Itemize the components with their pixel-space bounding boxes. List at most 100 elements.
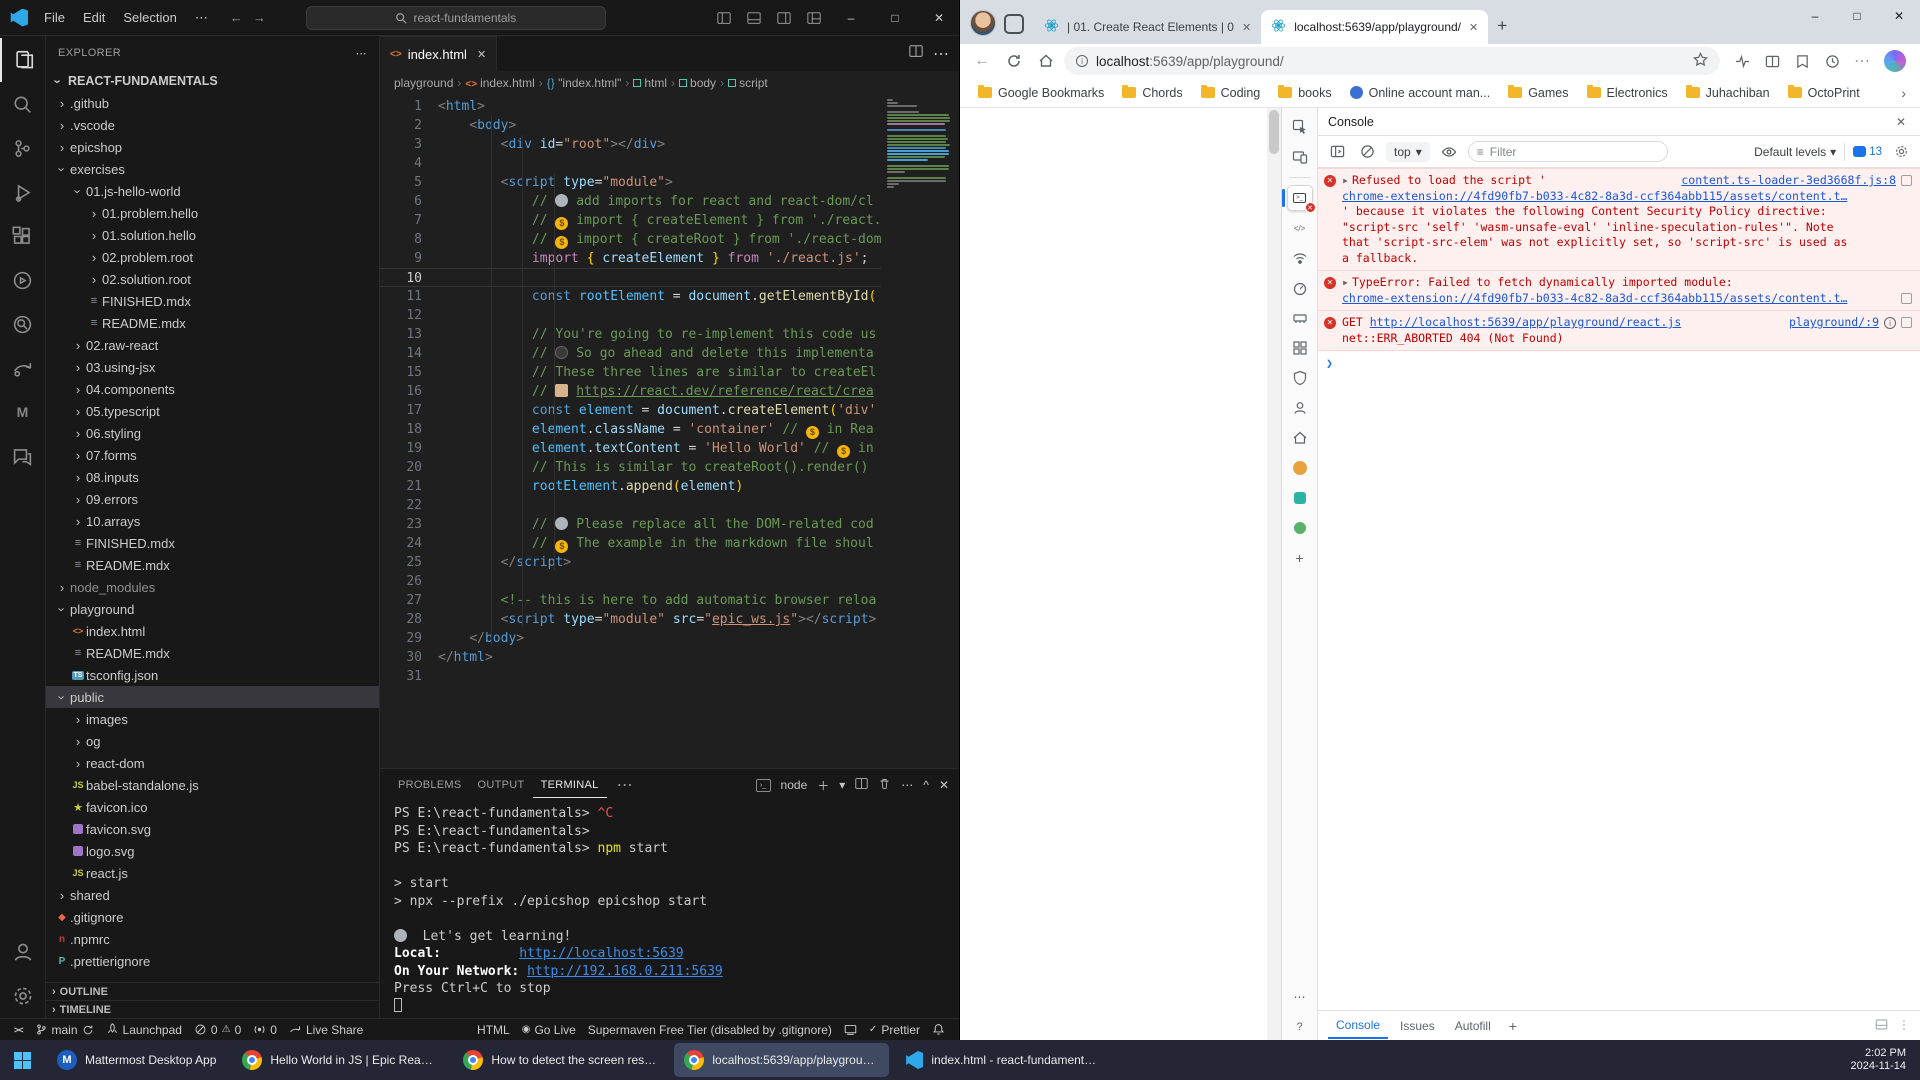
chat-icon[interactable] — [0, 434, 46, 478]
explorer-more-icon[interactable]: ⋯ — [356, 47, 367, 60]
taskbar-item-chrome[interactable]: Hello World in JS | Epic React by K... — [232, 1043, 447, 1077]
bookmarks-overflow-icon[interactable]: › — [1897, 85, 1910, 101]
browser-essentials-icon[interactable] — [1728, 47, 1756, 75]
status-language-mode[interactable]: HTML — [471, 1019, 516, 1041]
editor-more-icon[interactable]: ⋯ — [933, 44, 949, 64]
tree-file-react.js[interactable]: JSreact.js — [46, 862, 379, 884]
tree-folder-node_modules[interactable]: ›node_modules — [46, 576, 379, 598]
live-expression-eye-icon[interactable] — [1438, 141, 1460, 163]
devtools-console-icon[interactable]: >_✕ — [1287, 185, 1313, 211]
clear-console-icon[interactable] — [1356, 141, 1378, 163]
panel-tab-problems[interactable]: PROBLEMS — [390, 773, 470, 798]
customize-layout-icon[interactable] — [801, 6, 827, 30]
close-panel-icon[interactable]: ✕ — [939, 778, 949, 792]
refresh-icon[interactable] — [1000, 47, 1028, 75]
code-editor[interactable]: 1<html>2 <body>3 <div id="root"></div>45… — [380, 95, 959, 768]
toggle-bottom-panel-icon[interactable] — [741, 6, 767, 30]
menu-edit[interactable]: Edit — [75, 6, 113, 30]
copy-icon[interactable] — [1901, 175, 1912, 186]
breadcrumb-item[interactable]: body — [679, 76, 716, 90]
bookmark-octoprint[interactable]: OctoPrint — [1780, 83, 1868, 103]
tree-folder-playground[interactable]: ›playground — [46, 598, 379, 620]
taskbar-item-chrome[interactable]: How to detect the screen resoluti... — [453, 1043, 668, 1077]
devtools-more-tools-icon[interactable]: ⋯ — [1287, 984, 1313, 1010]
live-share-icon[interactable] — [0, 346, 46, 390]
breadcrumb-item[interactable]: script — [728, 76, 768, 90]
breadcrumb-item[interactable]: playground — [394, 76, 453, 90]
console-prompt[interactable]: ❯ — [1318, 351, 1920, 377]
page-viewport[interactable] — [960, 108, 1282, 1040]
section-timeline[interactable]: ›TIMELINE — [46, 1000, 379, 1018]
tree-folder-06.styling[interactable]: ›06.styling — [46, 422, 379, 444]
breadcrumb-item[interactable]: <>index.html — [465, 76, 534, 90]
tree-file-favicon.svg[interactable]: favicon.svg — [46, 818, 379, 840]
tree-folder-og[interactable]: ›og — [46, 730, 379, 752]
console-settings-icon[interactable] — [1890, 141, 1912, 163]
devtools-sources-icon[interactable]: </> — [1287, 215, 1313, 241]
search-icon[interactable] — [0, 82, 46, 126]
breadcrumb-item[interactable]: {} "index.html" — [547, 76, 622, 90]
home-icon[interactable] — [1032, 47, 1060, 75]
console-messages[interactable]: ✕▸Refused to load the script 'content.ts… — [1318, 168, 1920, 1010]
maximize-panel-icon[interactable]: ^ — [923, 778, 929, 792]
menu-selection[interactable]: Selection — [115, 6, 184, 30]
status-launchpad[interactable]: Launchpad — [100, 1019, 188, 1041]
workspaces-icon[interactable] — [1004, 14, 1024, 34]
minimize-button[interactable]: – — [831, 0, 871, 35]
tree-folder-05.typescript[interactable]: ›05.typescript — [46, 400, 379, 422]
browser-tab-1[interactable]: | 01. Create React Elements | 0✕ — [1034, 10, 1261, 44]
maximize-button[interactable]: □ — [875, 0, 915, 35]
devtools-application-icon[interactable] — [1287, 335, 1313, 361]
tree-folder-shared[interactable]: ›shared — [46, 884, 379, 906]
devtools-cookies-icon[interactable] — [1287, 455, 1313, 481]
console-filter-input[interactable]: ≡Filter — [1468, 141, 1668, 162]
menu-file[interactable]: File — [36, 6, 73, 30]
section-outline[interactable]: ›OUTLINE — [46, 982, 379, 1000]
close-tab-icon[interactable]: ✕ — [1242, 21, 1251, 34]
tree-file-FINISHED.mdx[interactable]: ≡FINISHED.mdx — [46, 290, 379, 312]
editor-tab-index-html[interactable]: <> index.html ✕ — [380, 36, 497, 71]
page-scrollbar[interactable] — [1267, 108, 1281, 1040]
scrollbar-thumb[interactable] — [1269, 110, 1279, 154]
account-icon[interactable] — [0, 930, 46, 974]
tree-folder-02.solution.root[interactable]: ›02.solution.root — [46, 268, 379, 290]
split-terminal-icon[interactable] — [855, 777, 868, 793]
message-link[interactable]: http://localhost:5639/app/playground/rea… — [1370, 315, 1682, 329]
devtools-extension-green-icon[interactable] — [1287, 515, 1313, 541]
close-tab-icon[interactable]: ✕ — [1469, 21, 1478, 34]
bookmark-chords[interactable]: Chords — [1114, 83, 1190, 103]
tree-folder-09.errors[interactable]: ›09.errors — [46, 488, 379, 510]
settings-more-icon[interactable]: ⋯ — [1848, 47, 1876, 75]
profile-avatar[interactable] — [970, 10, 996, 36]
close-devtools-icon[interactable]: ✕ — [1892, 111, 1910, 133]
menu-more[interactable]: ⋯ — [187, 6, 216, 30]
expand-triangle-icon[interactable]: ▸ — [1342, 173, 1349, 187]
status-notifications[interactable] — [926, 1019, 951, 1041]
tree-file-FINISHED.mdx[interactable]: ≡FINISHED.mdx — [46, 532, 379, 554]
command-center-search[interactable]: react-fundamentals — [306, 6, 606, 30]
tree-folder-images[interactable]: ›images — [46, 708, 379, 730]
drawer-tab-autofill[interactable]: Autofill — [1447, 1014, 1499, 1038]
taskbar-item-vscode[interactable]: index.html - react-fundamentals -... — [895, 1043, 1110, 1077]
bookmark-coding[interactable]: Coding — [1193, 83, 1269, 103]
source-location-link[interactable]: playground/:9 — [1789, 315, 1879, 331]
tree-folder-07.forms[interactable]: ›07.forms — [46, 444, 379, 466]
console-sidebar-icon[interactable] — [1326, 141, 1348, 163]
tree-folder-02.raw-react[interactable]: ›02.raw-react — [46, 334, 379, 356]
extensions-icon[interactable] — [0, 214, 46, 258]
issues-counter[interactable]: 13 — [1853, 146, 1882, 158]
status-live-share[interactable]: Live Share — [283, 1019, 369, 1041]
toggle-panel-icon[interactable] — [711, 6, 737, 30]
tree-file-README.mdx[interactable]: ≡README.mdx — [46, 554, 379, 576]
devtools-security-icon[interactable] — [1287, 365, 1313, 391]
kill-terminal-icon[interactable] — [878, 777, 891, 793]
drawer-more-icon[interactable]: ⋮ — [1898, 1018, 1910, 1034]
terminal-dropdown-icon[interactable]: ▾ — [839, 778, 845, 792]
devtools-home-icon[interactable] — [1287, 425, 1313, 451]
expand-triangle-icon[interactable]: ▸ — [1342, 275, 1349, 289]
status-git-branch[interactable]: main — [29, 1019, 100, 1041]
log-levels-dropdown[interactable]: Default levels▾ — [1754, 145, 1836, 159]
new-tab-button[interactable]: + — [1488, 12, 1516, 40]
status-problems[interactable]: 0⚠0 — [188, 1019, 247, 1041]
tree-folder-04.components[interactable]: ›04.components — [46, 378, 379, 400]
